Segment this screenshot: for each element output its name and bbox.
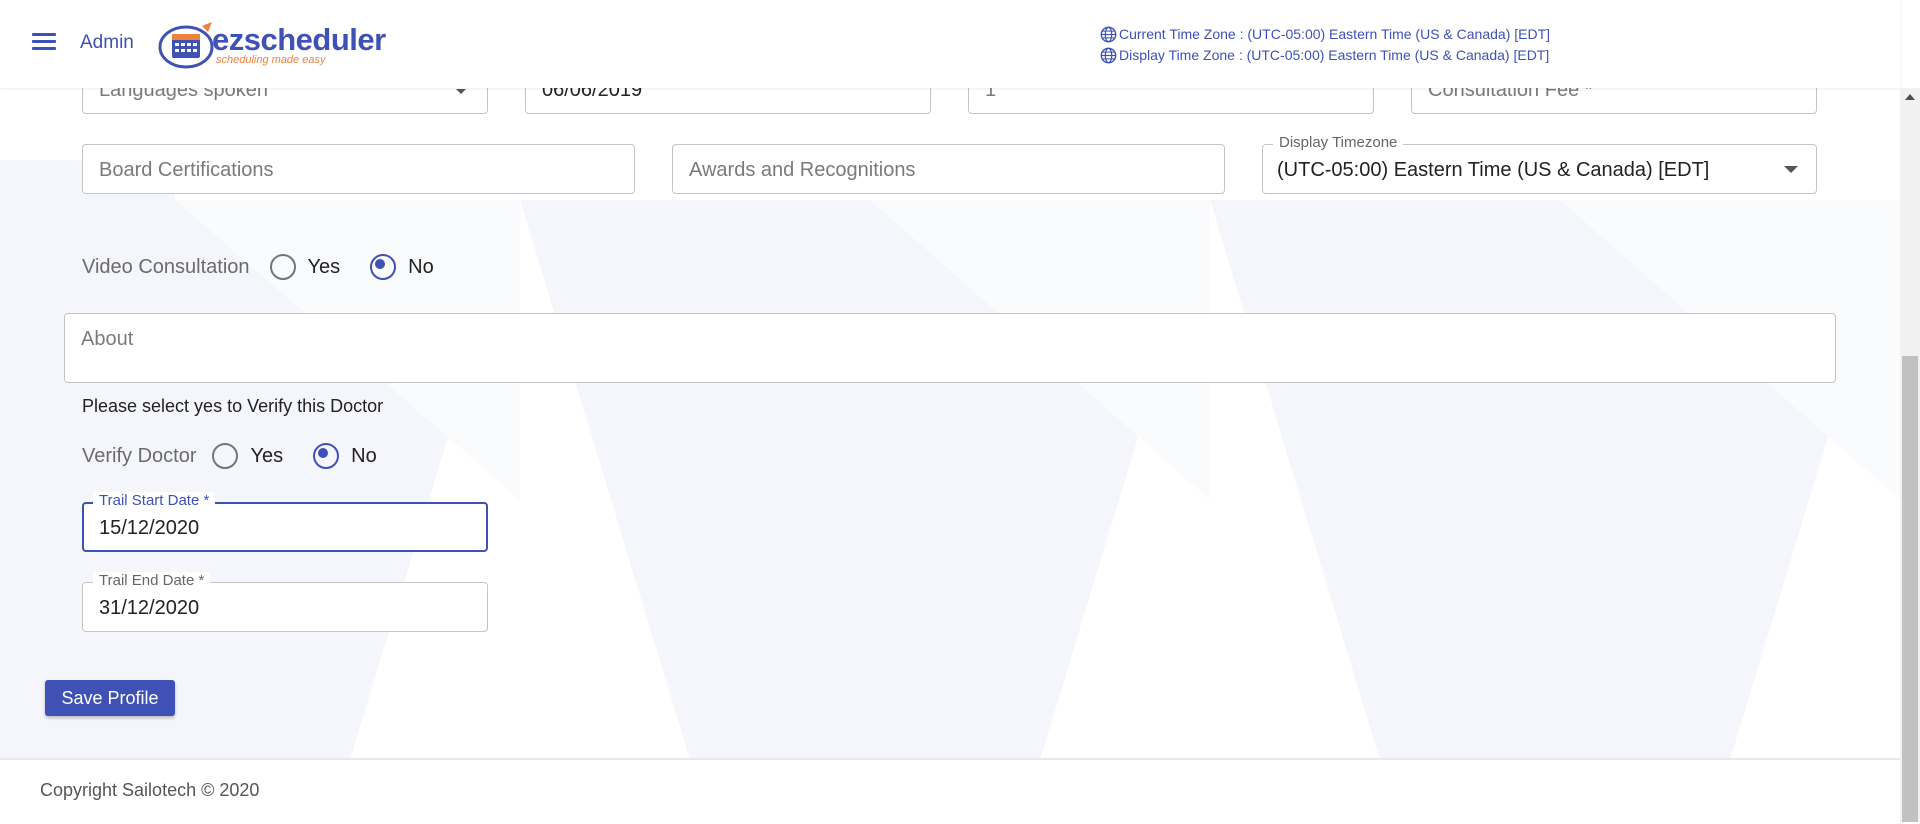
verify-note: Please select yes to Verify this Doctor: [82, 396, 384, 416]
display-timezone-label: Display Timezone: [1273, 134, 1404, 151]
ezscheduler-logo[interactable]: ezscheduler scheduling made easy: [158, 18, 386, 70]
video-consultation-yes-label[interactable]: Yes: [308, 256, 341, 279]
admin-label: Admin: [80, 32, 134, 53]
globe-icon: [1100, 26, 1117, 43]
calendar-logo-icon: [158, 22, 214, 69]
verify-doctor-label: Verify Doctor: [82, 444, 197, 467]
app-header: Admin ezscheduler scheduling made easy C…: [0, 0, 1900, 88]
trail-start-date-value: 15/12/2020: [99, 517, 200, 539]
board-certifications-field[interactable]: Board Certifications: [82, 144, 635, 194]
save-profile-button[interactable]: Save Profile: [45, 680, 175, 716]
about-textarea[interactable]: About: [64, 313, 1836, 383]
current-timezone-text: Current Time Zone : (UTC-05:00) Eastern …: [1119, 26, 1551, 42]
display-timezone-value: (UTC-05:00) Eastern Time (US & Canada) […: [1277, 159, 1710, 181]
scrollbar-thumb[interactable]: [1902, 356, 1918, 822]
menu-icon[interactable]: [32, 33, 56, 53]
chevron-down-icon: [1784, 166, 1798, 173]
board-certifications-placeholder: Board Certifications: [99, 159, 274, 181]
logo-text: ezscheduler: [212, 22, 386, 57]
globe-icon: [1100, 47, 1117, 64]
chevron-down-icon: [456, 89, 466, 94]
awards-placeholder: Awards and Recognitions: [689, 159, 916, 181]
vertical-scrollbar[interactable]: [1900, 88, 1920, 822]
trail-start-date-field[interactable]: Trail Start Date * 15/12/2020: [82, 492, 488, 552]
video-consultation-label: Video Consultation: [82, 255, 250, 278]
trail-end-date-label: Trail End Date *: [93, 572, 211, 589]
trail-end-date-value: 31/12/2020: [99, 597, 200, 619]
display-timezone-select[interactable]: Display Timezone (UTC-05:00) Eastern Tim…: [1262, 134, 1817, 194]
timezone-info: Current Time Zone : (UTC-05:00) Eastern …: [1100, 24, 1550, 66]
verify-doctor-yes-radio[interactable]: [212, 443, 239, 469]
video-consultation-no-radio[interactable]: [370, 254, 397, 280]
scroll-up-arrow-icon[interactable]: [1905, 94, 1915, 100]
verify-doctor-yes-label[interactable]: Yes: [250, 445, 283, 468]
footer: Copyright Sailotech © 2020: [0, 758, 1900, 824]
trail-end-date-field[interactable]: Trail End Date * 31/12/2020: [82, 572, 488, 632]
verify-doctor-group: Verify Doctor Yes No: [82, 443, 407, 469]
video-consultation-no-label[interactable]: No: [408, 256, 434, 279]
copyright-text: Copyright Sailotech © 2020: [40, 780, 260, 800]
logo-tagline: scheduling made easy: [216, 54, 326, 66]
awards-field[interactable]: Awards and Recognitions: [672, 144, 1225, 194]
about-placeholder: About: [81, 328, 134, 350]
display-timezone-text: Display Time Zone : (UTC-05:00) Eastern …: [1119, 47, 1550, 63]
video-consultation-yes-radio[interactable]: [269, 254, 296, 280]
verify-doctor-no-label[interactable]: No: [351, 445, 377, 468]
trail-start-date-label: Trail Start Date *: [93, 492, 216, 509]
video-consultation-group: Video Consultation Yes No: [82, 254, 464, 280]
verify-doctor-no-radio[interactable]: [313, 443, 340, 469]
